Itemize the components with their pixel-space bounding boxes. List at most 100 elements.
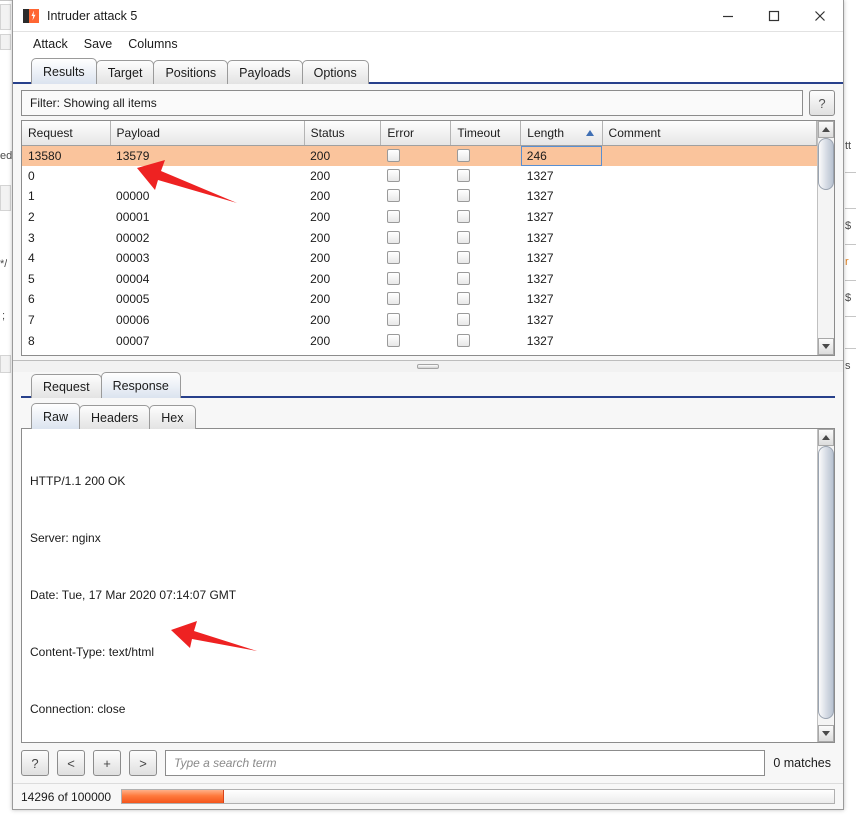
cell-timeout[interactable] (451, 330, 521, 351)
checkbox-icon[interactable] (386, 313, 400, 327)
checkbox-icon[interactable] (386, 168, 400, 182)
table-row[interactable]: 7 00006 200 1327 (22, 310, 817, 331)
tab-positions[interactable]: Positions (153, 60, 229, 84)
splitter-grip[interactable] (417, 364, 439, 369)
checkbox-icon[interactable] (456, 251, 470, 265)
checkbox-icon[interactable] (386, 333, 400, 347)
table-row[interactable]: 1 00000 200 1327 (22, 186, 817, 207)
checkbox-icon[interactable] (456, 210, 470, 224)
cell-timeout[interactable] (451, 227, 521, 248)
search-help-button[interactable]: ? (21, 750, 49, 776)
table-row[interactable]: 6 00005 200 1327 (22, 289, 817, 310)
checkbox-icon[interactable] (386, 210, 400, 224)
filter-bar[interactable]: Filter: Showing all items (21, 90, 803, 116)
column-header-payload[interactable]: Payload (110, 121, 305, 146)
checkbox-icon[interactable] (456, 271, 470, 285)
response-vertical-scrollbar[interactable] (817, 429, 834, 742)
response-header-line: Content-Type: text/html (30, 645, 155, 659)
menu-columns[interactable]: Columns (120, 35, 185, 53)
scroll-down-icon[interactable] (818, 725, 834, 742)
tab-request[interactable]: Request (31, 374, 102, 398)
table-row[interactable]: 0 200 1327 (22, 166, 817, 187)
checkbox-icon[interactable] (456, 292, 470, 306)
scroll-up-icon[interactable] (818, 121, 834, 138)
minimize-icon[interactable] (705, 0, 751, 32)
filter-help-button[interactable]: ? (809, 90, 835, 116)
cell-timeout[interactable] (451, 166, 521, 187)
cell-error[interactable] (381, 330, 451, 351)
menu-save[interactable]: Save (76, 35, 121, 53)
search-prev-button[interactable]: < (57, 750, 85, 776)
table-row[interactable]: 13580 13579 200 246 (22, 145, 817, 166)
cell-error[interactable] (380, 145, 451, 166)
cell-request: 8 (28, 333, 35, 348)
results-table: Request Payload Status Error Timeout Length Co… (22, 121, 817, 351)
tab-payloads[interactable]: Payloads (227, 60, 303, 84)
checkbox-icon[interactable] (386, 230, 400, 244)
cell-timeout[interactable] (451, 186, 521, 207)
tab-headers[interactable]: Headers (79, 405, 151, 429)
cell-error[interactable] (381, 207, 451, 228)
menu-attack[interactable]: Attack (25, 35, 76, 53)
tab-results[interactable]: Results (31, 58, 97, 84)
checkbox-icon[interactable] (386, 271, 400, 285)
cell-timeout[interactable] (450, 145, 521, 166)
table-row[interactable]: 8 00007 200 1327 (22, 330, 817, 351)
cell-error[interactable] (381, 310, 451, 331)
checkbox-icon[interactable] (456, 333, 470, 347)
cell-error[interactable] (381, 269, 451, 290)
cell-timeout[interactable] (451, 289, 521, 310)
cell-error[interactable] (381, 227, 451, 248)
scroll-down-icon[interactable] (818, 338, 834, 355)
table-row[interactable]: 3 00002 200 1327 (22, 227, 817, 248)
close-icon[interactable] (797, 0, 843, 32)
scroll-track[interactable] (818, 446, 834, 725)
cell-timeout[interactable] (451, 248, 521, 269)
maximize-icon[interactable] (751, 0, 797, 32)
search-next-button[interactable]: > (129, 750, 157, 776)
scroll-thumb[interactable] (818, 446, 834, 719)
column-header-comment[interactable]: Comment (602, 121, 817, 146)
cell-payload: 13579 (110, 145, 305, 166)
cell-error[interactable] (381, 289, 451, 310)
tab-options[interactable]: Options (301, 60, 369, 84)
pane-splitter[interactable] (13, 360, 843, 372)
scroll-track[interactable] (818, 138, 834, 338)
checkbox-icon[interactable] (456, 168, 470, 182)
scroll-thumb[interactable] (818, 138, 834, 190)
cell-error[interactable] (381, 166, 451, 187)
column-header-error[interactable]: Error (380, 121, 452, 146)
table-row[interactable]: 5 00004 200 1327 (22, 269, 817, 290)
column-header-status[interactable]: Status (304, 121, 382, 146)
checkbox-icon[interactable] (386, 189, 400, 203)
checkbox-icon[interactable] (386, 251, 400, 265)
tab-target[interactable]: Target (95, 60, 155, 84)
checkbox-icon[interactable] (456, 189, 470, 203)
cell-error[interactable] (381, 186, 451, 207)
cell-timeout[interactable] (451, 269, 521, 290)
response-raw-text[interactable]: HTTP/1.1 200 OK Server: nginx Date: Tue,… (22, 429, 817, 742)
tab-response[interactable]: Response (100, 372, 181, 398)
column-header-request[interactable]: Request (22, 121, 111, 146)
column-header-length[interactable]: Length (520, 121, 603, 146)
cell-payload: 00003 (116, 251, 150, 266)
cell-error[interactable] (381, 248, 451, 269)
results-table-wrapper: Request Payload Status Error Timeout Length Co… (22, 121, 817, 355)
search-add-button[interactable]: + (93, 750, 121, 776)
scroll-up-icon[interactable] (818, 429, 834, 446)
tab-raw[interactable]: Raw (31, 403, 81, 429)
checkbox-icon[interactable] (386, 148, 400, 162)
cell-timeout[interactable] (451, 207, 521, 228)
tab-hex[interactable]: Hex (149, 405, 196, 429)
search-input[interactable]: Type a search term (165, 750, 766, 776)
window-titlebar[interactable]: Intruder attack 5 (13, 0, 843, 32)
checkbox-icon[interactable] (456, 313, 470, 327)
checkbox-icon[interactable] (386, 292, 400, 306)
checkbox-icon[interactable] (456, 230, 470, 244)
column-header-timeout[interactable]: Timeout (450, 121, 522, 146)
results-vertical-scrollbar[interactable] (817, 121, 834, 355)
table-row[interactable]: 2 00001 200 1327 (22, 207, 817, 228)
table-row[interactable]: 4 00003 200 1327 (22, 248, 817, 269)
cell-timeout[interactable] (451, 310, 521, 331)
checkbox-icon[interactable] (456, 148, 470, 162)
